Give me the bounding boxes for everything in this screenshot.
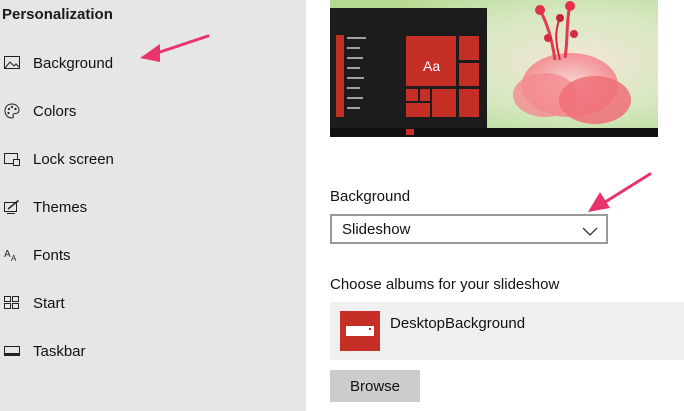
sidebar-item-taskbar[interactable]: Taskbar: [0, 331, 306, 371]
folder-icon: [346, 326, 374, 336]
sidebar-item-lock-screen[interactable]: Lock screen: [0, 139, 306, 179]
chevron-down-icon: [582, 224, 598, 236]
themes-icon: [2, 197, 22, 217]
palette-icon: [2, 101, 22, 121]
annotation-arrow-icon: [588, 172, 652, 212]
sidebar-item-start[interactable]: Start: [0, 283, 306, 323]
lock-screen-icon: [2, 149, 22, 169]
sidebar-item-colors[interactable]: Colors: [0, 91, 306, 131]
start-icon: [2, 293, 22, 313]
sidebar-item-background[interactable]: Background: [0, 43, 306, 83]
sidebar-item-label: Fonts: [33, 246, 71, 264]
sidebar-item-label: Colors: [33, 102, 77, 120]
background-dropdown-value: Slideshow: [342, 220, 411, 238]
sidebar: Personalization Background Colors Lock s…: [0, 0, 306, 411]
svg-text:A: A: [11, 254, 17, 262]
album-name: DesktopBackground: [390, 315, 526, 332]
svg-text:A: A: [4, 249, 11, 260]
sidebar-item-label: Taskbar: [33, 342, 86, 360]
sidebar-item-label: Background: [33, 54, 114, 72]
background-dropdown[interactable]: Slideshow: [330, 214, 608, 244]
albums-label: Choose albums for your slideshow: [330, 276, 560, 293]
sidebar-item-label: Themes: [33, 198, 88, 216]
taskbar-icon: [2, 341, 22, 361]
background-label: Background: [330, 188, 411, 205]
preview-tile-text: Aa: [423, 58, 441, 74]
preview-image: [330, 0, 658, 137]
sidebar-item-fonts[interactable]: AA Fonts: [0, 235, 306, 275]
picture-icon: [2, 53, 22, 73]
album-thumbnail: [340, 311, 380, 351]
sidebar-item-themes[interactable]: Themes: [0, 187, 306, 227]
album-item[interactable]: DesktopBackground: [330, 302, 684, 360]
sidebar-title: Personalization: [2, 6, 113, 23]
fonts-icon: AA: [2, 245, 22, 265]
sidebar-item-label: Lock screen: [33, 150, 114, 168]
background-preview: Aa: [330, 0, 658, 137]
sidebar-item-label: Start: [33, 294, 65, 312]
browse-button[interactable]: Browse: [330, 370, 420, 402]
